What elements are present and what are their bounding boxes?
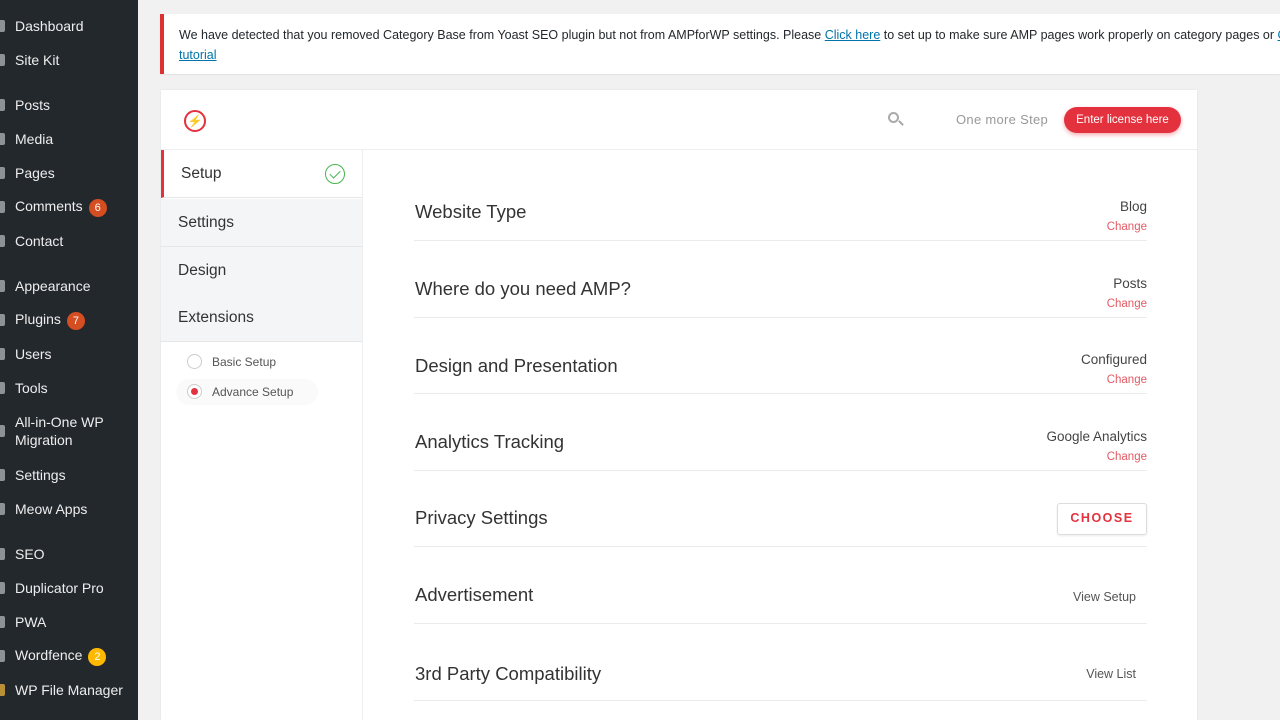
comments-icon bbox=[0, 201, 5, 213]
sidebar-item-seo[interactable]: SEO bbox=[0, 539, 138, 569]
sidebar-item-users[interactable]: Users bbox=[0, 339, 138, 369]
basic-setup-option[interactable]: Basic Setup bbox=[177, 350, 317, 374]
tools-icon bbox=[0, 382, 5, 394]
notice-tutorial-link-continued[interactable]: tutorial bbox=[179, 48, 217, 62]
admin-notice: We have detected that you removed Catego… bbox=[160, 14, 1280, 74]
row-title: Analytics Tracking bbox=[415, 431, 565, 452]
radio-selected-icon bbox=[187, 384, 202, 399]
one-more-step-text: One more Step bbox=[956, 112, 1049, 127]
settings-icon bbox=[0, 469, 5, 481]
row-title: Design and Presentation bbox=[415, 355, 618, 376]
pwa-icon bbox=[0, 616, 5, 628]
sidebar-item-tools[interactable]: Tools bbox=[0, 373, 138, 403]
file-manager-icon bbox=[0, 684, 5, 696]
row-value: Posts bbox=[1113, 276, 1147, 291]
setting-row-analytics-tracking: Analytics Tracking Google Analytics Chan… bbox=[414, 394, 1147, 471]
notice-click-here-link[interactable]: Click here bbox=[825, 28, 881, 42]
posts-icon bbox=[0, 99, 5, 111]
radio-icon bbox=[187, 354, 202, 369]
setting-row-where-amp: Where do you need AMP? Posts Change bbox=[414, 241, 1147, 318]
duplicator-icon bbox=[0, 582, 5, 594]
setting-row-privacy-settings: Privacy Settings CHOOSE bbox=[414, 470, 1147, 547]
dashboard-icon bbox=[0, 20, 5, 32]
notice-message: We have detected that you removed Catego… bbox=[179, 26, 1280, 45]
sidebar-item-site-kit[interactable]: Site Kit bbox=[0, 45, 138, 75]
setting-row-website-type: Website Type Blog Change bbox=[414, 164, 1147, 241]
sidebar-item-comments[interactable]: Comments 6 bbox=[0, 192, 138, 222]
comments-count-badge: 6 bbox=[88, 198, 107, 217]
appearance-icon bbox=[0, 280, 5, 292]
plugins-icon bbox=[0, 314, 5, 326]
tab-extensions[interactable]: Extensions bbox=[161, 294, 362, 342]
enter-license-button[interactable]: Enter license here bbox=[1064, 107, 1181, 133]
sidebar-item-appearance[interactable]: Appearance bbox=[0, 271, 138, 301]
change-link[interactable]: Change bbox=[1107, 293, 1147, 315]
setup-content: Website Type Blog Change Where do you ne… bbox=[362, 150, 1197, 720]
row-value: Configured bbox=[1080, 352, 1147, 367]
sidebar-item-label: Plugins bbox=[15, 311, 61, 328]
sidebar-item-all-in-one-wp-migration[interactable]: All-in-One WP Migration bbox=[0, 411, 138, 451]
migration-icon bbox=[0, 425, 5, 437]
media-icon bbox=[0, 133, 5, 145]
setting-row-3rd-party: 3rd Party Compatibility View List bbox=[414, 624, 1147, 701]
tab-design[interactable]: Design bbox=[161, 247, 362, 295]
view-setup-link[interactable]: View Setup bbox=[1073, 590, 1136, 604]
site-kit-icon bbox=[0, 54, 5, 66]
users-icon bbox=[0, 348, 5, 360]
amp-logo-icon: ⚡ bbox=[184, 110, 206, 132]
sidebar-item-contact[interactable]: Contact bbox=[0, 226, 138, 256]
amp-setup-panel: ⚡ One more Step Enter license here Setup… bbox=[161, 90, 1197, 720]
wordfence-icon bbox=[0, 650, 5, 662]
choose-button[interactable]: CHOOSE bbox=[1057, 503, 1147, 535]
sidebar-item-duplicator-pro[interactable]: Duplicator Pro bbox=[0, 573, 138, 603]
row-title: 3rd Party Compatibility bbox=[415, 663, 602, 684]
sidebar-item-media[interactable]: Media bbox=[0, 124, 138, 154]
meow-apps-icon bbox=[0, 503, 5, 515]
sidebar-item-posts[interactable]: Posts bbox=[0, 90, 138, 120]
view-list-link[interactable]: View List bbox=[1086, 667, 1136, 681]
change-link[interactable]: Change bbox=[1081, 369, 1147, 391]
sidebar-item-pages[interactable]: Pages bbox=[0, 158, 138, 188]
tab-settings[interactable]: Settings bbox=[161, 199, 362, 247]
row-value: Google Analytics bbox=[1046, 429, 1147, 444]
search-icon[interactable] bbox=[888, 112, 904, 128]
row-value: Blog bbox=[1119, 199, 1147, 214]
setting-row-design-presentation: Design and Presentation Configured Chang… bbox=[414, 317, 1147, 394]
row-title: Privacy Settings bbox=[415, 507, 548, 528]
sidebar-item-wp-file-manager[interactable]: WP File Manager bbox=[0, 675, 138, 705]
panel-header: ⚡ One more Step Enter license here bbox=[161, 90, 1197, 150]
sidebar-item-wordfence[interactable]: Wordfence 2 bbox=[0, 641, 138, 671]
plugins-count-badge: 7 bbox=[66, 311, 85, 330]
setting-row-advertisement: Advertisement View Setup bbox=[414, 547, 1147, 624]
advance-setup-option[interactable]: Advance Setup bbox=[177, 380, 317, 404]
pages-icon bbox=[0, 167, 5, 179]
sidebar-item-label: Comments bbox=[15, 198, 83, 215]
sidebar-item-settings[interactable]: Settings bbox=[0, 460, 138, 490]
contact-icon bbox=[0, 235, 5, 247]
change-link[interactable]: Change bbox=[1107, 216, 1147, 238]
row-title: Website Type bbox=[415, 201, 527, 222]
sidebar-item-plugins[interactable]: Plugins 7 bbox=[0, 305, 138, 335]
checkmark-icon bbox=[325, 164, 345, 184]
sidebar-item-meow-apps[interactable]: Meow Apps bbox=[0, 494, 138, 524]
admin-sidebar: Dashboard Site Kit Posts Media Pages Com… bbox=[0, 0, 138, 720]
sidebar-item-label: Wordfence bbox=[15, 647, 83, 664]
sidebar-item-pwa[interactable]: PWA bbox=[0, 607, 138, 637]
wordfence-count-badge: 2 bbox=[88, 647, 107, 666]
row-title: Advertisement bbox=[415, 584, 534, 605]
change-link[interactable]: Change bbox=[1046, 446, 1147, 468]
tab-setup[interactable]: Setup bbox=[161, 150, 362, 198]
setup-nav: Setup Settings Design Extensions Basic S… bbox=[161, 150, 362, 720]
row-title: Where do you need AMP? bbox=[415, 278, 631, 299]
sidebar-item-dashboard[interactable]: Dashboard bbox=[0, 11, 138, 41]
seo-icon bbox=[0, 548, 5, 560]
